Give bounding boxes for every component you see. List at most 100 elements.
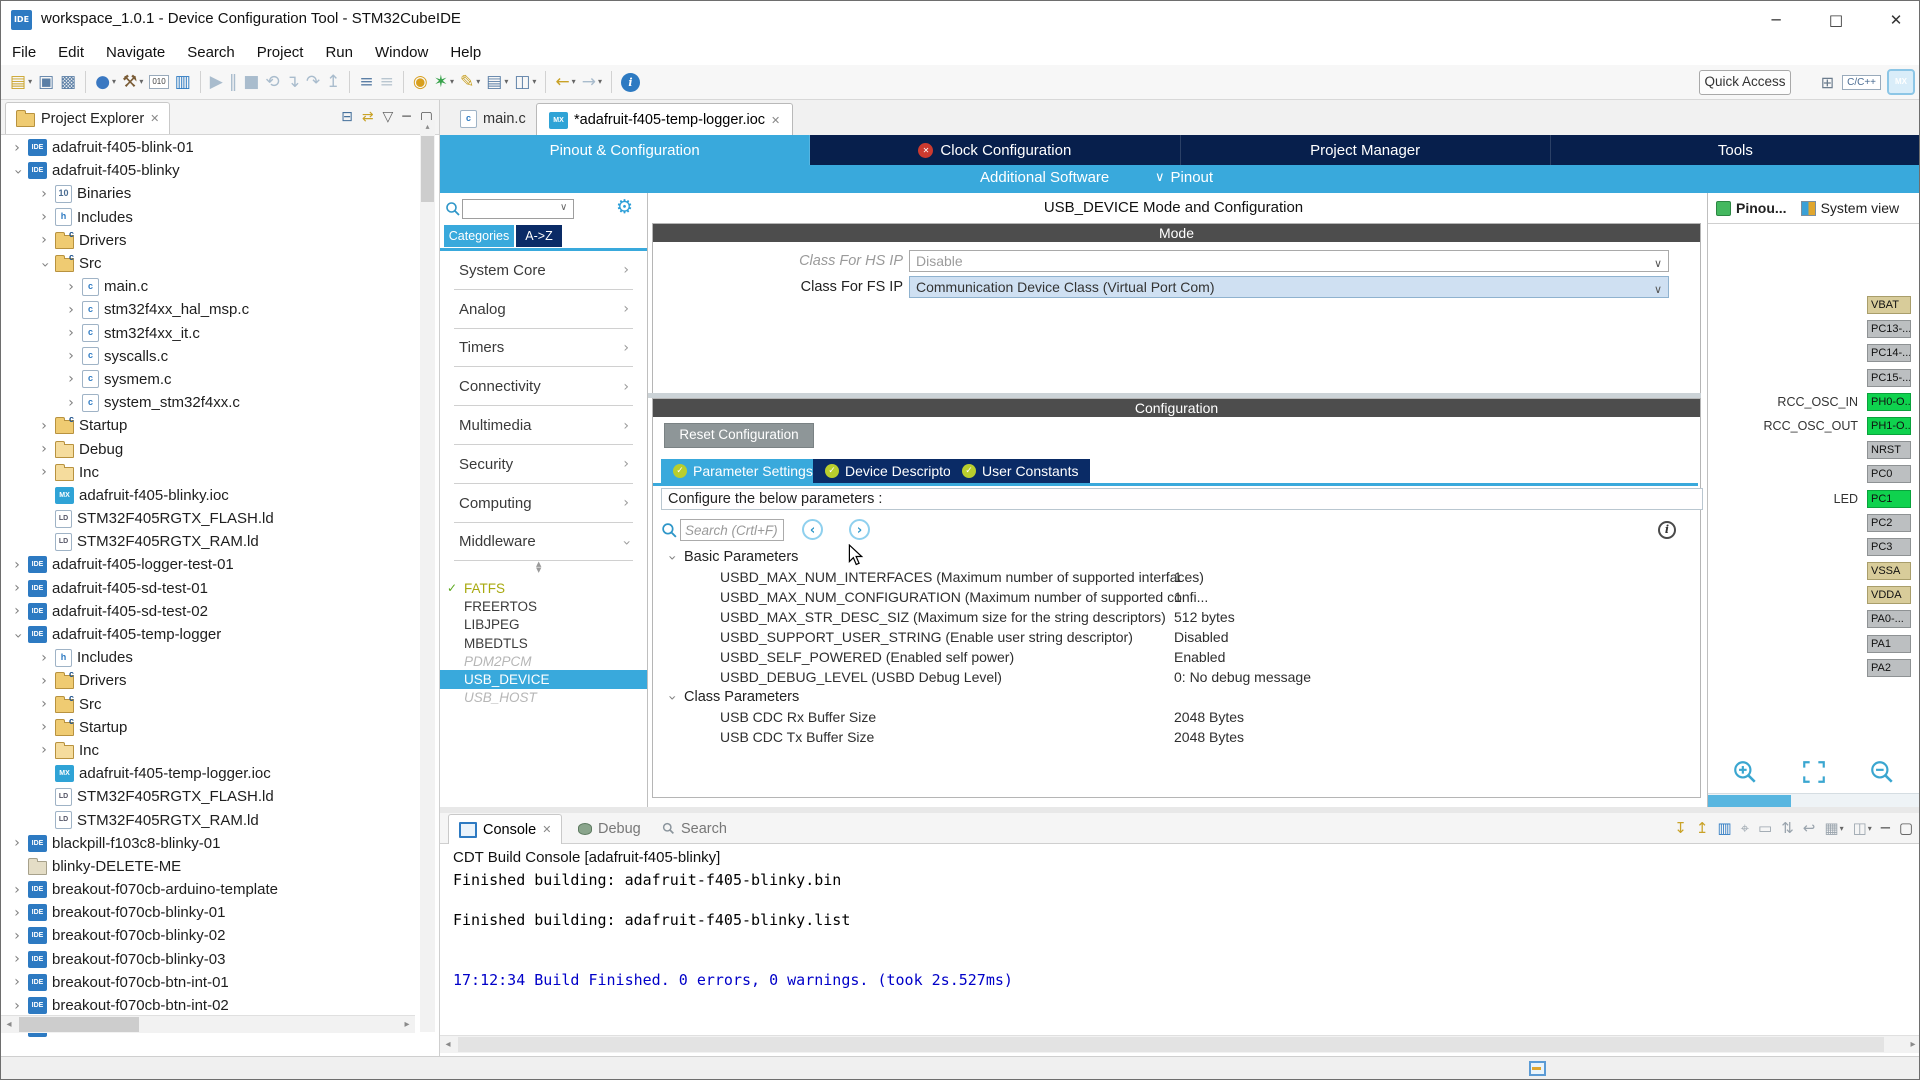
minimize-view-icon[interactable]: ─ bbox=[402, 109, 410, 125]
pin-pa2[interactable]: PA2 bbox=[1867, 659, 1911, 677]
middleware-pdm2pcm[interactable]: PDM2PCM bbox=[440, 652, 647, 670]
tree-chevron-icon[interactable]: › bbox=[38, 696, 50, 712]
tree-item[interactable]: ›Src bbox=[3, 693, 411, 716]
parameter-row[interactable]: USB CDC Tx Buffer Size2048 Bytes bbox=[653, 727, 1698, 747]
tree-chevron-icon[interactable]: › bbox=[10, 166, 26, 178]
parameter-value[interactable]: 2048 Bytes bbox=[1174, 709, 1244, 725]
tab-project-explorer[interactable]: Project Explorer ✕ bbox=[5, 102, 170, 134]
step-into-icon[interactable]: ↴ bbox=[286, 70, 300, 94]
tree-item[interactable]: ›IDEadafruit-f405-blink-01 bbox=[3, 136, 411, 159]
menu-project[interactable]: Project bbox=[246, 44, 315, 61]
tab-search[interactable]: Search bbox=[652, 814, 737, 843]
scroll-left-icon[interactable]: ◂ bbox=[440, 1036, 456, 1053]
tree-item[interactable]: ›Startup bbox=[3, 414, 411, 437]
tree-chevron-icon[interactable]: › bbox=[11, 603, 23, 619]
trace-alt-icon[interactable]: ≡ bbox=[380, 70, 394, 94]
tree-chevron-icon[interactable]: › bbox=[11, 974, 23, 990]
chevron-down-icon[interactable]: ∨ bbox=[560, 202, 567, 213]
pin-pc2[interactable]: PC2 bbox=[1867, 514, 1911, 532]
parameter-value[interactable]: 0: No debug message bbox=[1174, 669, 1311, 685]
scroll-to-end-icon[interactable]: ↧ bbox=[1674, 819, 1687, 837]
cpp-perspective-icon[interactable]: C/C++ bbox=[1842, 75, 1881, 90]
open-console-icon[interactable]: ◫▾ bbox=[1853, 819, 1872, 837]
parameter-row[interactable]: USBD_SUPPORT_USER_STRING (Enable user st… bbox=[653, 627, 1698, 647]
tree-item[interactable]: ›IDEadafruit-f405-logger-test-01 bbox=[3, 553, 411, 576]
tree-item[interactable]: ›csysmem.c bbox=[3, 368, 411, 391]
parameter-row[interactable]: USBD_MAX_NUM_CONFIGURATION (Maximum numb… bbox=[653, 587, 1698, 607]
build-binary-icon[interactable]: 010 bbox=[149, 75, 168, 89]
tree-item[interactable]: ›Src bbox=[3, 252, 411, 275]
menu-search[interactable]: Search bbox=[176, 44, 246, 61]
next-match-button[interactable]: › bbox=[849, 519, 870, 540]
close-button[interactable]: ✕ bbox=[1873, 1, 1919, 39]
scroll-right-icon[interactable]: ▸ bbox=[1905, 1036, 1920, 1053]
tree-chevron-icon[interactable]: › bbox=[38, 650, 50, 666]
tree-chevron-icon[interactable]: › bbox=[65, 348, 77, 364]
tree-item[interactable]: ›cstm32f4xx_hal_msp.c bbox=[3, 298, 411, 321]
tree-horizontal-scrollbar[interactable]: ◂ ▸ bbox=[1, 1015, 415, 1033]
tree-chevron-icon[interactable]: › bbox=[38, 186, 50, 202]
tab-device-descriptor[interactable]: ✓ Device Descriptor bbox=[813, 459, 967, 483]
category-system-core[interactable]: System Core› bbox=[440, 251, 647, 290]
tree-item[interactable]: ›LDSTM32F405RGTX_FLASH.ld bbox=[3, 785, 411, 808]
console-shortcut-icon[interactable]: ▥ bbox=[175, 70, 191, 94]
tree-item[interactable]: ›cmain.c bbox=[3, 275, 411, 298]
tab-categories[interactable]: Categories bbox=[444, 225, 514, 247]
save-all-icon[interactable]: ▩ bbox=[60, 70, 76, 94]
tree-item[interactable]: ›Startup bbox=[3, 716, 411, 739]
parameter-value[interactable]: 2048 Bytes bbox=[1174, 729, 1244, 745]
back-icon[interactable]: ←▾ bbox=[555, 70, 575, 94]
clear-console-icon[interactable]: ▭ bbox=[1758, 819, 1772, 837]
tree-chevron-icon[interactable]: › bbox=[65, 395, 77, 411]
scroll-lock-icon[interactable]: ⇅ bbox=[1781, 819, 1794, 837]
console-horizontal-scrollbar[interactable]: ◂ ▸ bbox=[440, 1035, 1920, 1053]
additional-software-button[interactable]: Additional Software bbox=[980, 169, 1109, 186]
mx-perspective-icon[interactable]: MX bbox=[1889, 71, 1913, 93]
tree-item[interactable]: ›IDEadafruit-f405-sd-test-02 bbox=[3, 600, 411, 623]
tree-item[interactable]: ›csystem_stm32f4xx.c bbox=[3, 391, 411, 414]
category-connectivity[interactable]: Connectivity› bbox=[440, 367, 647, 406]
tree-chevron-icon[interactable]: › bbox=[11, 998, 23, 1014]
profile-icon[interactable]: ▤▾ bbox=[486, 70, 508, 94]
parameter-row[interactable]: USBD_DEBUG_LEVEL (USBD Debug Level)0: No… bbox=[653, 667, 1698, 687]
swv-icon[interactable]: ◉ bbox=[413, 70, 428, 94]
flash-star-icon[interactable]: ✶▾ bbox=[434, 70, 454, 94]
menu-file[interactable]: File bbox=[1, 44, 47, 61]
stop-icon[interactable]: ■ bbox=[243, 70, 259, 94]
tree-chevron-icon[interactable]: › bbox=[11, 882, 23, 898]
pin-vbat[interactable]: VBAT bbox=[1867, 296, 1911, 314]
tree-chevron-icon[interactable]: › bbox=[11, 580, 23, 596]
close-view-icon[interactable]: ✕ bbox=[150, 112, 159, 125]
parameter-value[interactable]: Enabled bbox=[1174, 649, 1225, 665]
tab-clock-configuration[interactable]: ✕ Clock Configuration bbox=[810, 135, 1180, 165]
trace-icon[interactable]: ≡ bbox=[359, 70, 373, 94]
zoom-in-icon[interactable] bbox=[1732, 759, 1758, 789]
menu-help[interactable]: Help bbox=[439, 44, 492, 61]
pin-vssa[interactable]: VSSA bbox=[1867, 562, 1911, 580]
middleware-libjpeg[interactable]: LIBJPEG bbox=[440, 616, 647, 634]
link-editor-icon[interactable]: ⇄ bbox=[362, 109, 374, 125]
chevron-down-icon[interactable]: › bbox=[664, 692, 680, 704]
tree-chevron-icon[interactable]: › bbox=[11, 951, 23, 967]
scroll-to-top-icon[interactable]: ↥ bbox=[1696, 819, 1709, 837]
parameter-search-input[interactable] bbox=[680, 519, 784, 541]
tab-parameter-settings[interactable]: ✓ Parameter Settings bbox=[661, 459, 825, 483]
tree-item[interactable]: ›Inc bbox=[3, 739, 411, 762]
tree-item[interactable]: ›IDEadafruit-f405-sd-test-01 bbox=[3, 577, 411, 600]
pause-icon[interactable]: ‖ bbox=[229, 70, 238, 94]
pin-console-icon[interactable]: ⌖ bbox=[1741, 819, 1749, 837]
scrollbar-thumb[interactable] bbox=[19, 1017, 139, 1032]
tree-chevron-icon[interactable]: › bbox=[37, 258, 53, 270]
gear-icon[interactable]: ⚙ bbox=[616, 196, 633, 218]
tree-chevron-icon[interactable]: › bbox=[11, 928, 23, 944]
minimize-view-icon[interactable]: ─ bbox=[1881, 819, 1890, 837]
tree-chevron-icon[interactable]: › bbox=[10, 629, 26, 641]
scroll-right-icon[interactable]: ▸ bbox=[399, 1016, 415, 1033]
scroll-left-icon[interactable]: ◂ bbox=[1, 1016, 17, 1033]
tree-item[interactable]: ›IDEblackpill-f103c8-blinky-01 bbox=[3, 832, 411, 855]
menu-window[interactable]: Window bbox=[364, 44, 439, 61]
external-tools-icon[interactable]: ◫▾ bbox=[514, 70, 536, 94]
tree-item[interactable]: ›Inc bbox=[3, 461, 411, 484]
tab-tools[interactable]: Tools bbox=[1551, 135, 1920, 165]
new-wizard-icon[interactable]: ▤▾ bbox=[10, 70, 32, 94]
